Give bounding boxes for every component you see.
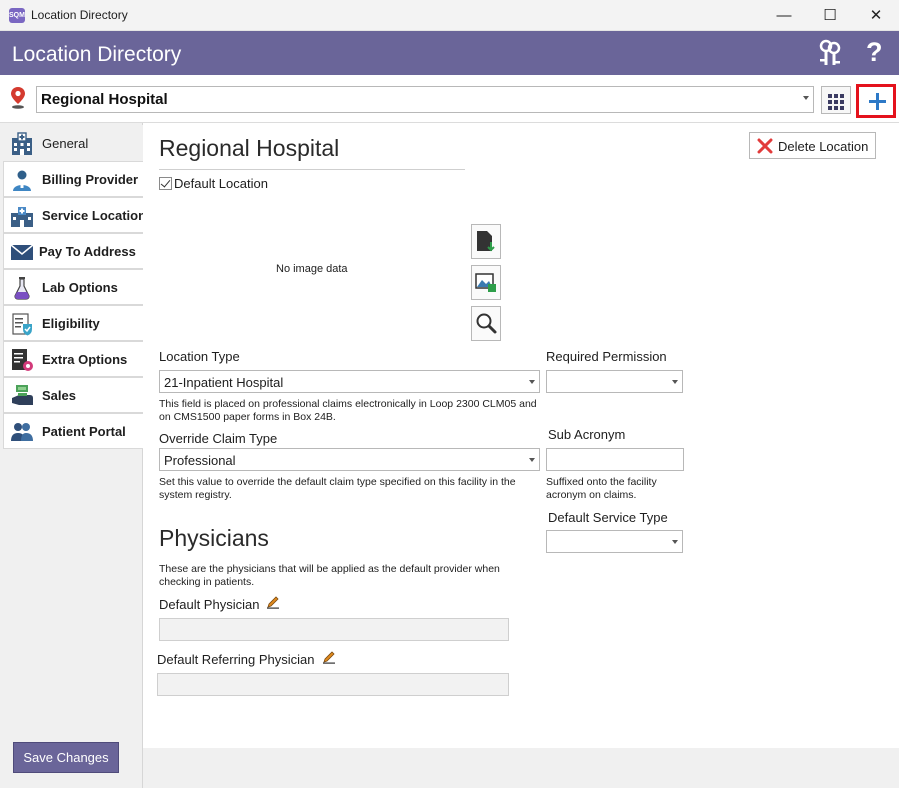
- import-image-button[interactable]: [471, 224, 501, 259]
- app-logo-icon: SQM: [9, 8, 25, 23]
- location-type-value: 21-Inpatient Hospital: [164, 375, 284, 390]
- sidebar-item-label: Eligibility: [42, 316, 100, 331]
- delete-location-label: Delete Location: [778, 139, 869, 154]
- default-referring-physician-label: Default Referring Physician: [157, 652, 315, 667]
- save-changes-button[interactable]: Save Changes: [13, 742, 119, 773]
- default-physician-field[interactable]: [159, 618, 509, 641]
- sidebar-item-label: Pay To Address: [39, 244, 136, 259]
- image-save-icon: [475, 273, 496, 292]
- checklist-shield-icon: [12, 313, 32, 336]
- sidebar-item-pay-to-address[interactable]: Pay To Address: [3, 233, 143, 269]
- sidebar-item-label: Service Location: [42, 208, 147, 223]
- minimize-button[interactable]: —: [761, 0, 807, 31]
- location-select[interactable]: Regional Hospital: [36, 86, 814, 113]
- window-titlebar: SQM Location Directory — ☐ ✕: [0, 0, 899, 31]
- maximize-button[interactable]: ☐: [807, 0, 853, 31]
- save-image-button[interactable]: [471, 265, 501, 300]
- map-pin-icon: [11, 87, 25, 109]
- sub-acronym-label: Sub Acronym: [548, 427, 626, 442]
- sidebar-item-label: Billing Provider: [42, 172, 139, 187]
- chevron-down-icon: [672, 380, 678, 384]
- delete-location-button[interactable]: Delete Location: [749, 132, 876, 159]
- override-claim-type-value: Professional: [164, 453, 236, 468]
- physicians-description: These are the physicians that will be ap…: [159, 563, 500, 588]
- physicians-heading: Physicians: [159, 525, 269, 551]
- sidebar-item-lab-options[interactable]: Lab Options: [3, 269, 143, 305]
- sub-acronym-input[interactable]: [546, 448, 684, 471]
- sidebar-item-extra-options[interactable]: Extra Options: [3, 341, 143, 377]
- footer-strip: [143, 748, 899, 788]
- default-service-type-select[interactable]: [546, 530, 683, 553]
- default-referring-physician-field[interactable]: [157, 673, 509, 696]
- sidebar-item-sales[interactable]: Sales: [3, 377, 143, 413]
- sidebar-item-billing-provider[interactable]: Billing Provider: [3, 161, 143, 197]
- general-panel: Regional Hospital Delete Location Defaul…: [143, 123, 899, 748]
- magnifier-icon: [476, 313, 497, 334]
- chevron-down-icon: [529, 458, 535, 462]
- sidebar-item-label: Lab Options: [42, 280, 118, 295]
- file-import-icon: [477, 231, 495, 252]
- required-permission-select[interactable]: [546, 370, 683, 393]
- override-claim-type-select[interactable]: Professional: [159, 448, 540, 471]
- service-building-icon: [11, 207, 33, 227]
- document-gear-icon: [12, 349, 33, 371]
- keys-icon[interactable]: [818, 39, 842, 67]
- app-header: Location Directory ?: [0, 31, 899, 75]
- help-icon[interactable]: ?: [866, 37, 883, 68]
- default-location-label: Default Location: [174, 176, 268, 191]
- no-image-placeholder: No image data: [276, 263, 348, 275]
- heading-divider: [159, 169, 465, 170]
- sidebar-item-label: Extra Options: [42, 352, 128, 367]
- grid-view-button[interactable]: [821, 86, 851, 114]
- close-button[interactable]: ✕: [853, 0, 899, 31]
- override-claim-type-label: Override Claim Type: [159, 431, 278, 446]
- location-selector-bar: Regional Hospital: [0, 75, 899, 123]
- required-permission-label: Required Permission: [546, 349, 667, 364]
- pencil-icon[interactable]: [266, 595, 280, 609]
- default-service-type-label: Default Service Type: [548, 510, 668, 525]
- pencil-icon[interactable]: [322, 650, 336, 664]
- envelope-icon: [10, 244, 34, 260]
- sidebar-nav: General Billing Provider Service Locatio…: [0, 123, 147, 788]
- location-name-heading: Regional Hospital: [159, 135, 340, 161]
- chevron-down-icon: [529, 380, 535, 384]
- location-type-select[interactable]: 21-Inpatient Hospital: [159, 370, 540, 393]
- window-title: Location Directory: [31, 8, 128, 22]
- default-location-checkbox[interactable]: [159, 177, 172, 190]
- provider-icon: [13, 170, 31, 191]
- users-icon: [11, 423, 33, 441]
- add-location-button[interactable]: [856, 84, 896, 118]
- sidebar-item-patient-portal[interactable]: Patient Portal: [3, 413, 143, 449]
- location-type-label: Location Type: [159, 349, 240, 364]
- sub-acronym-hint: Suffixed onto the facility acronym on cl…: [546, 476, 657, 501]
- zoom-image-button[interactable]: [471, 306, 501, 341]
- location-type-hint: This field is placed on professional cla…: [159, 398, 537, 423]
- location-select-value: Regional Hospital: [41, 91, 168, 108]
- override-claim-type-hint: Set this value to override the default c…: [159, 476, 516, 501]
- chevron-down-icon: [672, 540, 678, 544]
- page-title: Location Directory: [12, 43, 182, 66]
- sidebar-item-label: Sales: [42, 388, 76, 403]
- flask-icon: [14, 277, 30, 300]
- delete-x-icon: [757, 138, 773, 154]
- sidebar-item-general[interactable]: General: [3, 125, 143, 161]
- chevron-down-icon: [803, 96, 809, 100]
- sidebar-item-label: Patient Portal: [42, 424, 126, 439]
- sidebar-item-eligibility[interactable]: Eligibility: [3, 305, 143, 341]
- money-bag-icon: [12, 385, 33, 405]
- sidebar-item-service-location[interactable]: Service Location: [3, 197, 147, 233]
- default-physician-label: Default Physician: [159, 597, 260, 612]
- sidebar-item-label: General: [42, 136, 89, 151]
- hospital-building-icon: [12, 132, 32, 155]
